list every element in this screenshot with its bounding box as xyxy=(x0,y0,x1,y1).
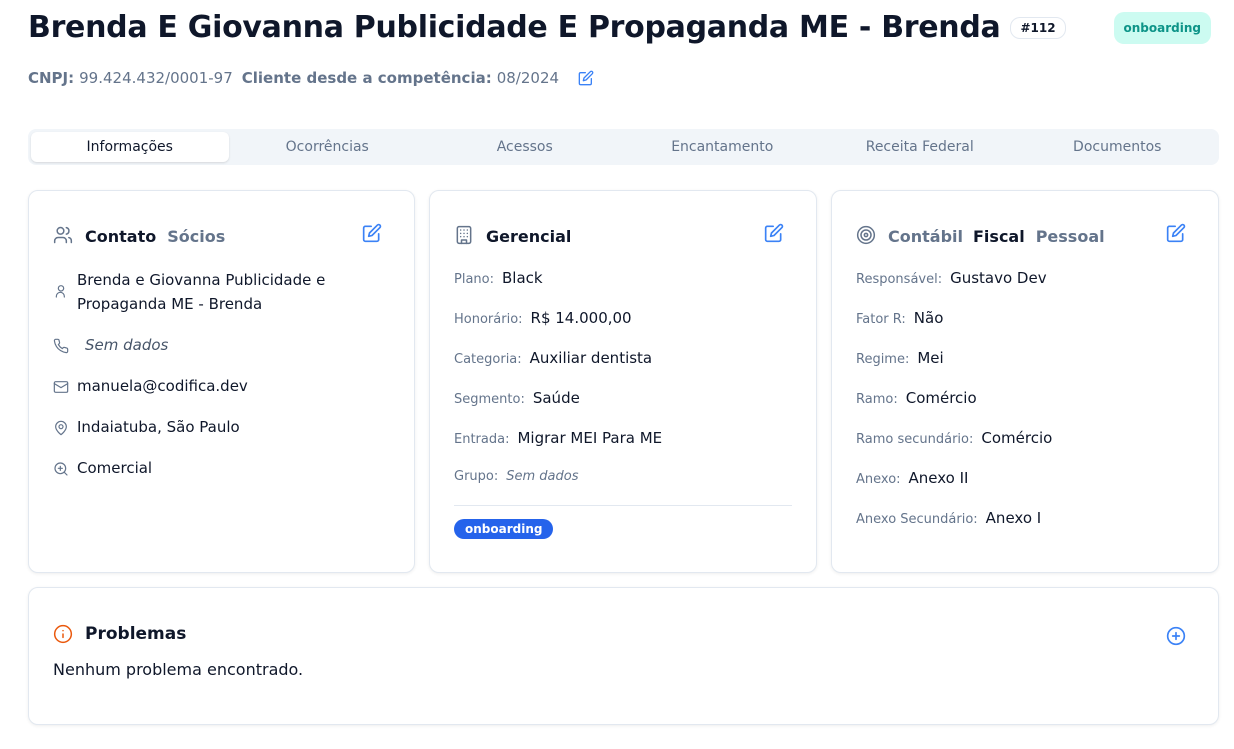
responsible-row: Responsável: Gustavo Dev xyxy=(856,269,1194,309)
entry-label: Entrada: xyxy=(454,432,510,447)
category-row: Categoria: Auxiliar dentista xyxy=(454,349,792,389)
secondary-branch-row: Ramo secundário: Comércio xyxy=(856,429,1194,469)
contact-phone-row: Sem dados xyxy=(53,333,390,357)
info-icon xyxy=(53,624,73,644)
management-card: Gerencial Plano: Black Honorário: R$ 14.00… xyxy=(429,190,817,573)
building-icon xyxy=(454,225,476,247)
fiscal-card: Contábil Fiscal Pessoal Responsável: Gust… xyxy=(831,190,1219,573)
contact-name: Brenda e Giovanna Publicidade e Propagan… xyxy=(77,271,326,313)
users-icon xyxy=(53,225,75,247)
target-icon xyxy=(856,225,878,247)
segment-row: Segmento: Saúde xyxy=(454,389,792,429)
entry-value: Migrar MEI Para ME xyxy=(517,429,663,447)
secondary-branch-value: Comércio xyxy=(981,429,1053,447)
client-since-value: 08/2024 xyxy=(496,69,560,87)
edit-contact-icon[interactable] xyxy=(362,223,382,243)
regime-label: Regime: xyxy=(856,352,910,367)
tab-socios[interactable]: Sócios xyxy=(167,227,225,246)
contact-source-row: Comercial xyxy=(53,456,390,480)
group-label: Grupo: xyxy=(454,469,499,484)
annex-row: Anexo: Anexo II xyxy=(856,469,1194,509)
contact-email[interactable]: manuela@codifica.dev xyxy=(77,374,248,398)
problems-title: Problemas xyxy=(85,624,187,644)
tab-acessos[interactable]: Acessos xyxy=(426,132,624,162)
client-id-badge: #112 xyxy=(1010,16,1066,39)
factor-r-label: Fator R: xyxy=(856,312,906,327)
tab-bar: Informações Ocorrências Acessos Encantam… xyxy=(28,129,1219,165)
branch-value: Comércio xyxy=(905,389,977,407)
contact-card: Contato Sócios Brenda e Giovanna Publici… xyxy=(28,190,415,573)
factor-r-value: Não xyxy=(913,309,944,327)
segment-value: Saúde xyxy=(532,389,580,407)
add-problem-icon[interactable] xyxy=(1166,626,1186,646)
secondary-annex-row: Anexo Secundário: Anexo I xyxy=(856,509,1194,549)
plan-row: Plano: Black xyxy=(454,269,792,309)
regime-row: Regime: Mei xyxy=(856,349,1194,389)
plan-value: Black xyxy=(502,269,543,287)
contact-location: Indaiatuba, São Paulo xyxy=(77,418,240,436)
management-title: Gerencial xyxy=(486,226,572,246)
edit-client-since-icon[interactable] xyxy=(578,70,594,86)
tab-encantamento[interactable]: Encantamento xyxy=(624,132,822,162)
branch-row: Ramo: Comércio xyxy=(856,389,1194,429)
responsible-label: Responsável: xyxy=(856,272,943,287)
regime-value: Mei xyxy=(917,349,944,367)
edit-fiscal-icon[interactable] xyxy=(1166,223,1186,243)
cnpj-value: 99.424.432/0001-97 xyxy=(79,69,233,87)
client-meta: CNPJ: 99.424.432/0001-97 Cliente desde a… xyxy=(28,69,1211,87)
tab-contabil[interactable]: Contábil xyxy=(888,227,963,246)
problems-empty-text: Nenhum problema encontrado. xyxy=(53,660,304,679)
page-header: Brenda E Giovanna Publicidade E Propagan… xyxy=(28,10,1211,87)
fee-row: Honorário: R$ 14.000,00 xyxy=(454,309,792,349)
mail-icon xyxy=(53,378,69,394)
secondary-annex-label: Anexo Secundário: xyxy=(856,512,978,527)
group-row: Grupo: Sem dados xyxy=(454,469,792,503)
annex-value: Anexo II xyxy=(908,469,969,487)
group-value: Sem dados xyxy=(506,469,579,484)
problems-card: Problemas Nenhum problema encontrado. xyxy=(28,587,1219,725)
contact-location-row: Indaiatuba, São Paulo xyxy=(53,415,390,439)
zoom-in-icon xyxy=(53,460,69,476)
plan-label: Plano: xyxy=(454,272,494,287)
tab-fiscal[interactable]: Fiscal xyxy=(973,227,1025,246)
tab-receita-federal[interactable]: Receita Federal xyxy=(821,132,1019,162)
edit-management-icon[interactable] xyxy=(764,223,784,243)
contact-phone: Sem dados xyxy=(85,336,169,354)
category-value: Auxiliar dentista xyxy=(529,349,653,367)
client-since-label: Cliente desde a competência: xyxy=(241,69,492,87)
user-icon xyxy=(53,282,69,298)
phone-icon xyxy=(53,337,69,354)
category-label: Categoria: xyxy=(454,352,522,367)
branch-label: Ramo: xyxy=(856,392,898,407)
onboarding-tag: onboarding xyxy=(454,519,554,539)
fee-value: R$ 14.000,00 xyxy=(530,309,632,327)
secondary-branch-label: Ramo secundário: xyxy=(856,432,974,447)
fee-label: Honorário: xyxy=(454,312,523,327)
cnpj-label: CNPJ: xyxy=(28,69,75,87)
tab-contato[interactable]: Contato xyxy=(85,227,156,246)
entry-row: Entrada: Migrar MEI Para ME xyxy=(454,429,792,469)
contact-source: Comercial xyxy=(77,459,153,477)
page-title: Brenda E Giovanna Publicidade E Propagan… xyxy=(28,10,1001,45)
contact-email-row: manuela@codifica.dev xyxy=(53,374,390,398)
map-pin-icon xyxy=(53,419,69,436)
secondary-annex-value: Anexo I xyxy=(985,509,1042,527)
tab-ocorrencias[interactable]: Ocorrências xyxy=(229,132,427,162)
annex-label: Anexo: xyxy=(856,472,901,487)
status-badge: onboarding xyxy=(1113,12,1211,44)
factor-r-row: Fator R: Não xyxy=(856,309,1194,349)
segment-label: Segmento: xyxy=(454,392,525,407)
tab-documentos[interactable]: Documentos xyxy=(1019,132,1217,162)
contact-name-row: Brenda e Giovanna Publicidade e Propagan… xyxy=(53,268,390,316)
tab-informacoes[interactable]: Informações xyxy=(31,132,229,162)
tab-pessoal[interactable]: Pessoal xyxy=(1036,227,1105,246)
divider xyxy=(454,505,792,506)
responsible-value: Gustavo Dev xyxy=(950,269,1047,287)
